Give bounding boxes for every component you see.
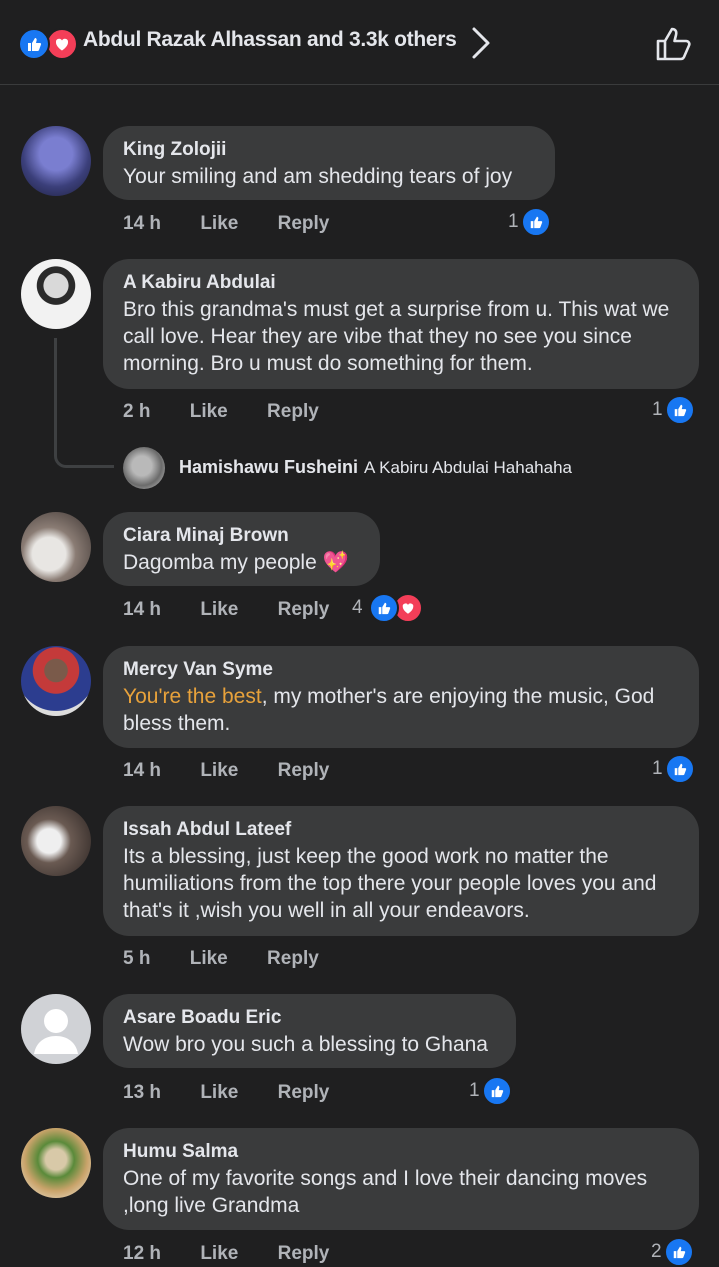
reply-button[interactable]: Reply — [278, 760, 330, 782]
comment-text-row: Dagomba my people 💖 — [123, 549, 360, 576]
reply-text: A Kabiru Abdulai Hahahaha — [364, 458, 572, 477]
reaction-count[interactable]: 1 — [652, 754, 695, 784]
comment-author[interactable]: Ciara Minaj Brown — [123, 523, 360, 549]
reaction-count-value: 1 — [508, 211, 519, 232]
avatar[interactable] — [21, 126, 91, 196]
avatar[interactable] — [21, 512, 91, 582]
like-icon — [663, 1237, 694, 1267]
chevron-right-icon[interactable] — [470, 26, 492, 60]
reaction-count-value: 1 — [652, 758, 663, 779]
comment-time: 2 h — [123, 401, 151, 422]
reaction-count-value: 4 — [352, 597, 363, 618]
comment-author[interactable]: Humu Salma — [123, 1139, 679, 1165]
reactions-header[interactable]: Abdul Razak Alhassan and 3.3k others — [0, 0, 719, 85]
avatar[interactable] — [21, 646, 91, 716]
comment-time: 14 h — [123, 760, 162, 781]
avatar[interactable] — [123, 447, 165, 489]
comment-bubble[interactable]: Humu Salma One of my favorite songs and … — [103, 1128, 699, 1230]
like-thumb-icon[interactable] — [653, 24, 693, 64]
reply-button[interactable]: Reply — [267, 401, 319, 423]
like-button[interactable]: Like — [200, 213, 238, 235]
reaction-count-value: 1 — [469, 1080, 480, 1101]
comment-text: Its a blessing, just keep the good work … — [123, 845, 657, 922]
like-button[interactable]: Like — [190, 948, 228, 970]
comment-author[interactable]: Mercy Van Syme — [123, 657, 679, 683]
sparkling-heart-emoji: 💖 — [322, 551, 349, 574]
reply-thread-line — [54, 338, 114, 468]
reaction-count[interactable]: 1 — [652, 395, 695, 425]
like-button[interactable]: Like — [200, 760, 238, 782]
comment-author[interactable]: Asare Boadu Eric — [123, 1005, 496, 1031]
default-avatar-icon — [34, 1009, 78, 1054]
comment-text: One of my favorite songs and I love thei… — [123, 1167, 648, 1217]
like-icon — [520, 207, 551, 237]
avatar[interactable] — [21, 806, 91, 876]
like-icon — [368, 593, 399, 623]
like-icon — [18, 28, 50, 60]
like-button[interactable]: Like — [190, 401, 228, 423]
comment-actions: 13 h Like Reply — [123, 1082, 329, 1104]
like-button[interactable]: Like — [200, 1243, 238, 1265]
comment-author[interactable]: Issah Abdul Lateef — [123, 817, 679, 843]
comment-text: Dagomba my people — [123, 551, 317, 574]
comment-actions: 5 h Like Reply — [123, 948, 319, 970]
mention-link[interactable]: You're the best — [123, 685, 262, 708]
avatar[interactable] — [21, 994, 91, 1064]
reaction-count[interactable]: 1 — [508, 207, 551, 237]
comment-actions: 14 h Like Reply — [123, 599, 329, 621]
reaction-count-value: 2 — [651, 1241, 662, 1262]
reply-button[interactable]: Reply — [278, 1082, 330, 1104]
comment-text: Your smiling and am shedding tears of jo… — [123, 165, 513, 188]
comment-author[interactable]: King Zolojii — [123, 137, 535, 163]
like-icon — [664, 754, 695, 784]
comment-bubble[interactable]: Ciara Minaj Brown Dagomba my people 💖 — [103, 512, 380, 586]
like-button[interactable]: Like — [200, 1082, 238, 1104]
comment-bubble[interactable]: King Zolojii Your smiling and am sheddin… — [103, 126, 555, 200]
reaction-count-value: 1 — [652, 399, 663, 420]
reaction-icons — [18, 28, 78, 60]
reply-button[interactable]: Reply — [278, 213, 330, 235]
like-icon — [481, 1076, 512, 1106]
comment-bubble[interactable]: A Kabiru Abdulai Bro this grandma's must… — [103, 259, 699, 389]
reply-preview[interactable]: Hamishawu Fusheini A Kabiru Abdulai Hahah… — [179, 457, 572, 478]
comment-time: 5 h — [123, 948, 151, 969]
reply-author[interactable]: Hamishawu Fusheini — [179, 457, 358, 477]
reaction-count[interactable]: 2 — [651, 1237, 694, 1267]
comment-author[interactable]: A Kabiru Abdulai — [123, 270, 679, 296]
comment-text-row: You're the best, my mother's are enjoyin… — [123, 683, 679, 737]
comment-time: 13 h — [123, 1082, 162, 1103]
like-button[interactable]: Like — [200, 599, 238, 621]
reaction-count[interactable]: 4 — [352, 593, 423, 623]
comment-text: Bro this grandma's must get a surprise f… — [123, 298, 670, 375]
comment-actions: 12 h Like Reply — [123, 1243, 329, 1265]
comment-actions: 14 h Like Reply — [123, 213, 329, 235]
comment-bubble[interactable]: Asare Boadu Eric Wow bro you such a bles… — [103, 994, 516, 1068]
love-icon — [46, 28, 78, 60]
comment-actions: 14 h Like Reply — [123, 760, 329, 782]
comment-actions: 2 h Like Reply — [123, 401, 319, 423]
reaction-count[interactable]: 1 — [469, 1076, 512, 1106]
like-icon — [664, 395, 695, 425]
comment-text: Wow bro you such a blessing to Ghana — [123, 1033, 488, 1056]
avatar[interactable] — [21, 259, 91, 329]
reply-button[interactable]: Reply — [267, 948, 319, 970]
avatar[interactable] — [21, 1128, 91, 1198]
comment-time: 14 h — [123, 599, 162, 620]
reply-button[interactable]: Reply — [278, 599, 330, 621]
comment-time: 14 h — [123, 213, 162, 234]
comment-bubble[interactable]: Mercy Van Syme You're the best, my mothe… — [103, 646, 699, 748]
reply-button[interactable]: Reply — [278, 1243, 330, 1265]
comment-bubble[interactable]: Issah Abdul Lateef Its a blessing, just … — [103, 806, 699, 936]
reactions-summary[interactable]: Abdul Razak Alhassan and 3.3k others — [83, 28, 457, 52]
comment-time: 12 h — [123, 1243, 162, 1264]
